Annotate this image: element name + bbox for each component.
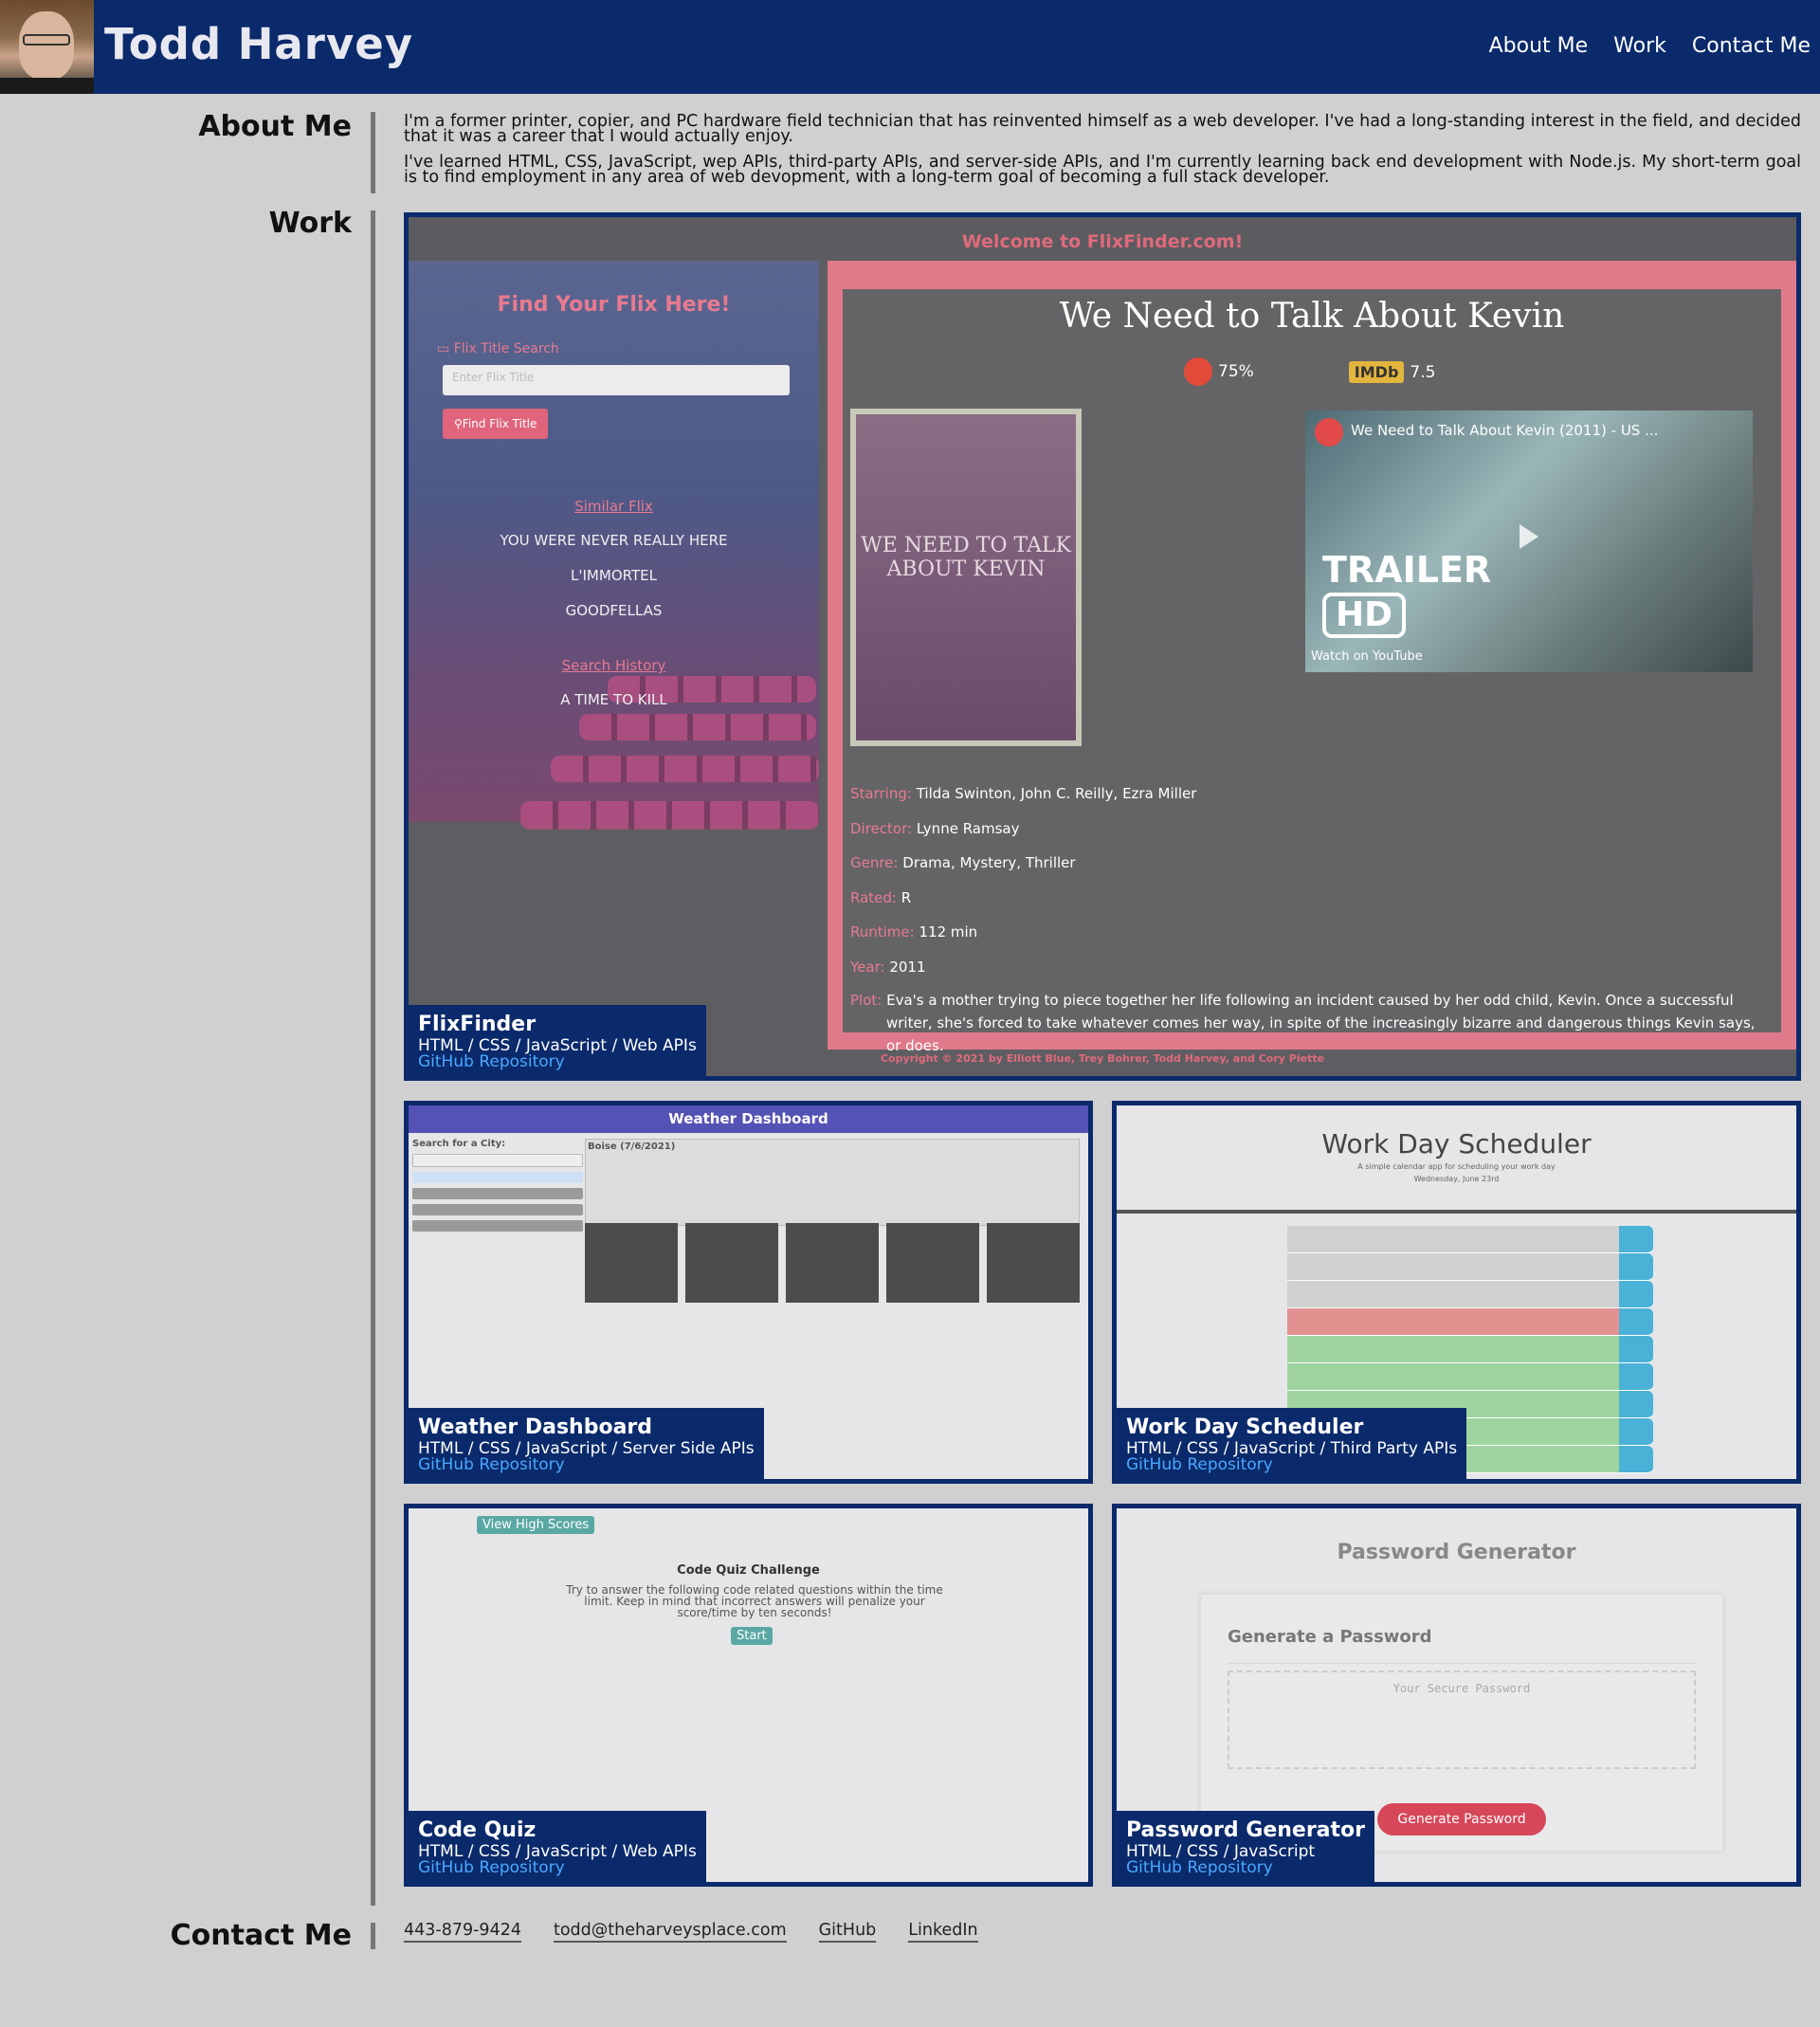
flix-similar-heading: Similar Flix	[574, 498, 653, 515]
project-title: FlixFinder	[418, 1013, 537, 1036]
project-card-password-generator[interactable]: Password Generator Generate a Password Y…	[1112, 1504, 1801, 1887]
movie-details: Starring: Tilda Swinton, John C. Reilly,…	[850, 785, 1756, 1054]
password-card-heading: Generate a Password	[1228, 1627, 1432, 1647]
github-repo-link[interactable]: GitHub Repository	[1126, 1860, 1365, 1876]
flix-welcome: Welcome to FlixFinder.com!	[961, 231, 1244, 252]
forecast-day	[886, 1223, 979, 1303]
project-card-work-day-scheduler[interactable]: Work Day Scheduler A simple calendar app…	[1112, 1101, 1801, 1484]
github-repo-link[interactable]: GitHub Repository	[418, 1054, 697, 1070]
flix-search-label: ▭ Flix Title Search	[437, 341, 559, 356]
weather-sidebar: Search for a City:	[412, 1139, 583, 1236]
github-repo-link[interactable]: GitHub Repository	[418, 1457, 755, 1473]
project-title: Work Day Scheduler	[1126, 1415, 1364, 1439]
work-heading: Work	[268, 207, 352, 240]
quiz-start-button: Start	[731, 1627, 773, 1645]
quiz-title: Code Quiz Challenge	[677, 1563, 820, 1578]
flix-search-button: ⚲Find Flix Title	[443, 409, 549, 439]
forecast-day	[987, 1223, 1080, 1303]
project-caption: Work Day Scheduler HTML / CSS / JavaScri…	[1117, 1408, 1467, 1479]
project-caption: Weather Dashboard HTML / CSS / JavaScrip…	[409, 1408, 764, 1479]
flix-find-heading: Find Your Flix Here!	[497, 293, 731, 317]
about-divider	[371, 112, 375, 193]
project-caption: Password Generator HTML / CSS / JavaScri…	[1117, 1811, 1375, 1882]
weather-title: Weather Dashboard	[409, 1105, 1088, 1133]
contact-links: 443-879-9424 todd@theharveysplace.com Gi…	[404, 1921, 978, 1943]
nav-contact-me[interactable]: Contact Me	[1692, 34, 1811, 58]
about-paragraph: I've learned HTML, CSS, JavaScript, wep …	[404, 153, 1801, 187]
nav-work[interactable]: Work	[1613, 34, 1666, 58]
quiz-description: Try to answer the following code related…	[566, 1583, 943, 1619]
flix-similar-item: L'IMMORTEL	[571, 567, 657, 584]
nav-about-me[interactable]: About Me	[1489, 34, 1589, 58]
search-icon: ⚲	[454, 417, 463, 430]
about-heading: About Me	[198, 110, 352, 143]
scheduler-divider	[1117, 1210, 1796, 1214]
forecast-day	[786, 1223, 879, 1303]
flix-ratings: 75% IMDb 7.5	[1184, 357, 1435, 386]
project-title: Code Quiz	[418, 1818, 537, 1842]
contact-heading: Contact Me	[170, 1919, 352, 1952]
forecast-day	[685, 1223, 778, 1303]
forecast-day	[585, 1223, 678, 1303]
work-divider	[371, 210, 375, 1906]
flix-similar-item: GOODFELLAS	[565, 602, 663, 619]
flix-search-input: Enter Flix Title	[443, 365, 790, 395]
project-title: Password Generator	[1126, 1818, 1366, 1842]
flix-history-item: A TIME TO KILL	[560, 691, 667, 708]
weather-current: Boise (7/6/2021)	[585, 1139, 1080, 1226]
quiz-high-scores-button: View High Scores	[477, 1516, 595, 1534]
password-output: Your Secure Password	[1228, 1671, 1696, 1769]
imdb-icon: IMDb	[1348, 360, 1405, 383]
site-title: Todd Harvey	[104, 19, 414, 69]
scheduler-title: Work Day Scheduler	[1321, 1128, 1592, 1160]
movie-poster: WE NEED TO TALK ABOUT KEVIN	[850, 409, 1082, 746]
flix-similar-item: YOU WERE NEVER REALLY HERE	[500, 532, 728, 549]
flix-search-panel: Find Your Flix Here! ▭ Flix Title Search…	[409, 261, 819, 830]
generate-password-button: Generate Password	[1377, 1803, 1546, 1835]
github-repo-link[interactable]: GitHub Repository	[418, 1860, 697, 1876]
contact-divider	[371, 1923, 375, 1949]
project-caption: Code Quiz HTML / CSS / JavaScript / Web …	[409, 1811, 706, 1882]
project-card-flixfinder[interactable]: Welcome to FlixFinder.com! Find Your Fli…	[404, 212, 1801, 1081]
scheduler-subtitle: A simple calendar app for scheduling you…	[1357, 1162, 1556, 1183]
trailer-video: We Need to Talk About Kevin (2011) - US …	[1305, 411, 1753, 672]
flix-history-heading: Search History	[561, 657, 666, 674]
about-text: I'm a former printer, copier, and PC har…	[404, 112, 1801, 195]
avatar	[0, 0, 94, 94]
flix-movie-title: We Need to Talk About Kevin	[1059, 297, 1565, 336]
github-repo-link[interactable]: GitHub Repository	[1126, 1457, 1457, 1473]
password-title: Password Generator	[1337, 1541, 1576, 1564]
flixfinder-screenshot: Welcome to FlixFinder.com! Find Your Fli…	[409, 217, 1796, 1076]
project-caption: FlixFinder HTML / CSS / JavaScript / Web…	[409, 1005, 706, 1076]
channel-icon	[1315, 418, 1343, 447]
project-title: Weather Dashboard	[418, 1415, 653, 1439]
about-paragraph: I'm a former printer, copier, and PC har…	[404, 112, 1801, 146]
play-icon	[1520, 524, 1538, 549]
project-card-weather-dashboard[interactable]: Weather Dashboard Search for a City: Boi…	[404, 1101, 1093, 1484]
contact-email-link[interactable]: todd@theharveysplace.com	[553, 1921, 787, 1943]
contact-github-link[interactable]: GitHub	[818, 1921, 877, 1943]
project-card-code-quiz[interactable]: View High Scores Code Quiz Challenge Try…	[404, 1504, 1093, 1887]
contact-phone-link[interactable]: 443-879-9424	[404, 1921, 521, 1943]
main-nav: About Me Work Contact Me	[1489, 34, 1811, 58]
tomato-icon	[1184, 357, 1212, 386]
flix-movie-panel: We Need to Talk About Kevin 75% IMDb 7.5 …	[828, 261, 1796, 1054]
site-header: Todd Harvey About Me Work Contact Me	[0, 0, 1820, 94]
contact-linkedin-link[interactable]: LinkedIn	[908, 1921, 978, 1943]
ticket-icon: ▭	[437, 341, 454, 356]
